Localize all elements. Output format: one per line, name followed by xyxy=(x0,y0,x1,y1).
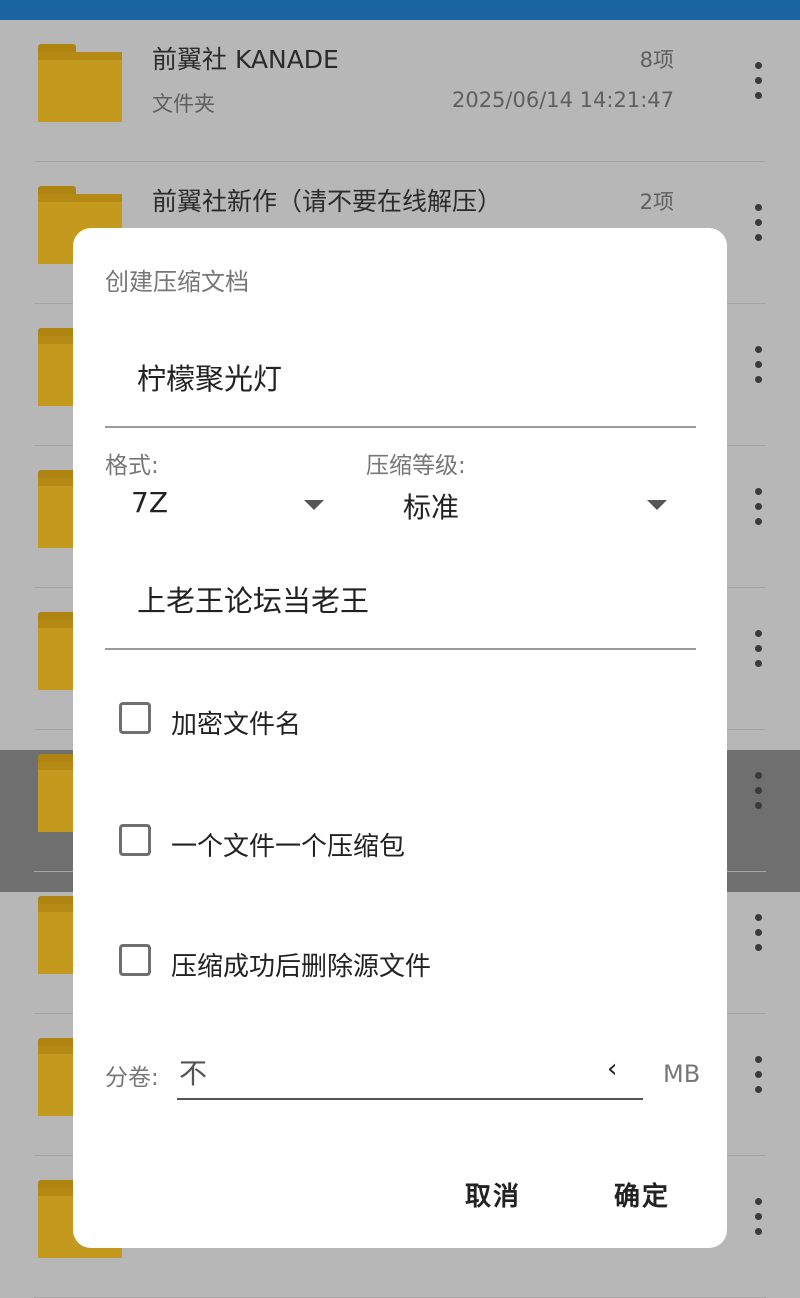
file-type: 文件夹 xyxy=(152,92,215,116)
encrypt-filenames-label: 加密文件名 xyxy=(171,710,302,740)
format-label: 格式: xyxy=(105,453,159,479)
more-options-icon[interactable] xyxy=(748,1198,768,1238)
split-unit: MB xyxy=(663,1060,701,1088)
format-dropdown-icon[interactable] xyxy=(304,500,324,510)
status-bar xyxy=(0,0,800,20)
more-options-icon[interactable] xyxy=(748,488,768,528)
split-underline xyxy=(177,1098,643,1100)
more-options-icon[interactable] xyxy=(748,346,768,386)
folder-icon xyxy=(38,44,122,122)
compression-level-dropdown-icon[interactable] xyxy=(647,500,667,510)
more-options-icon[interactable] xyxy=(748,1056,768,1096)
more-options-icon[interactable] xyxy=(748,204,768,244)
ok-button[interactable]: 确定 xyxy=(614,1176,670,1213)
more-options-icon[interactable] xyxy=(748,630,768,670)
password-value: 上老王论坛当老王 xyxy=(137,584,370,618)
split-label: 分卷: xyxy=(105,1065,159,1091)
more-options-icon[interactable] xyxy=(748,914,768,954)
compression-level-label: 压缩等级: xyxy=(366,453,466,479)
cancel-button[interactable]: 取消 xyxy=(465,1176,521,1213)
password-field[interactable]: 上老王论坛当老王 xyxy=(105,548,696,650)
delete-source-checkbox[interactable] xyxy=(119,944,151,976)
dialog-title: 创建压缩文档 xyxy=(105,268,249,296)
archive-name-field[interactable]: 柠檬聚光灯 xyxy=(105,324,696,428)
compression-level-select[interactable]: 标准 xyxy=(403,486,459,526)
one-archive-per-file-label: 一个文件一个压缩包 xyxy=(171,832,406,862)
more-options-icon[interactable] xyxy=(748,772,768,812)
format-select[interactable]: 7Z xyxy=(131,486,168,519)
delete-source-label: 压缩成功后删除源文件 xyxy=(171,952,432,982)
chevron-left-icon[interactable]: ‹ xyxy=(607,1054,617,1084)
item-count: 2项 xyxy=(639,190,674,214)
file-name: 前翼社新作（请不要在线解压） xyxy=(152,187,503,216)
modified-date: 2025/06/14 14:21:47 xyxy=(451,88,674,112)
one-archive-per-file-checkbox[interactable] xyxy=(119,824,151,856)
item-count: 8项 xyxy=(639,48,674,72)
create-archive-dialog: 创建压缩文档 柠檬聚光灯 格式: 7Z 压缩等级: 标准 上老王论坛当老王 加密… xyxy=(73,228,727,1248)
split-size-input[interactable]: 不 xyxy=(179,1052,207,1092)
archive-name-value: 柠檬聚光灯 xyxy=(137,362,283,396)
file-name: 前翼社 KANADE xyxy=(152,45,339,74)
file-row[interactable]: 前翼社 KANADE 文件夹 8项 2025/06/14 14:21:47 xyxy=(34,20,766,162)
encrypt-filenames-checkbox[interactable] xyxy=(119,702,151,734)
more-options-icon[interactable] xyxy=(748,62,768,102)
